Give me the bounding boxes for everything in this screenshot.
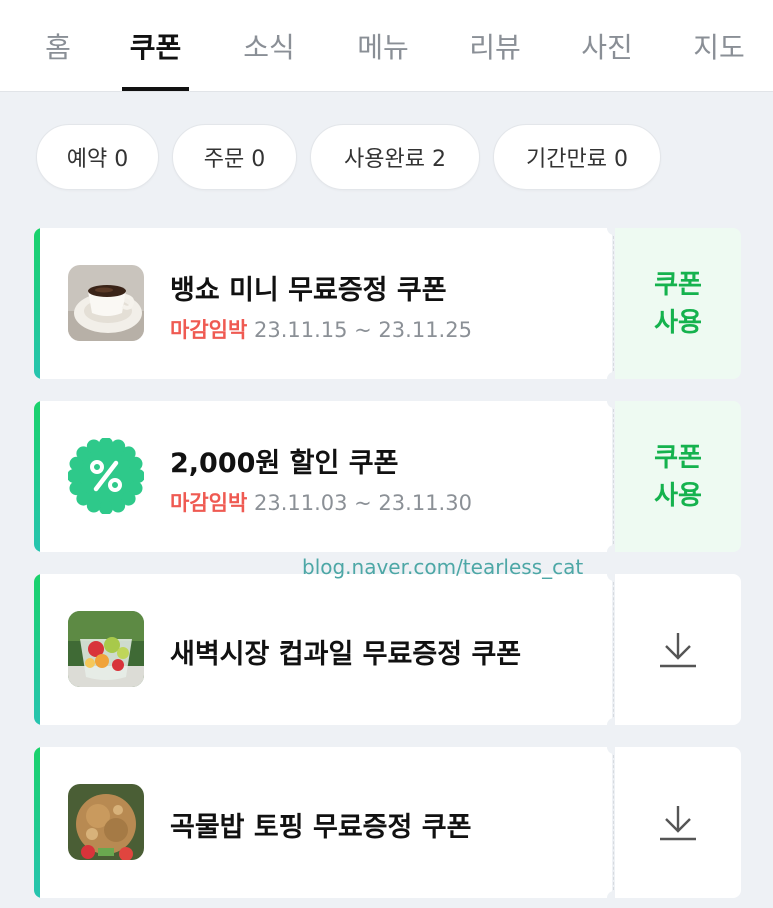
percent-badge-icon [68,438,144,514]
coupon-accent-bar [34,401,40,552]
perforation-line [613,755,614,890]
coupon-body: 2,000원 할인 쿠폰 마감임박 23.11.03 ~ 23.11.30 [34,401,612,552]
grain-rice-image [68,784,144,860]
filter-chip-reservation[interactable]: 예약 0 [36,124,159,190]
use-coupon-button[interactable]: 쿠폰 사용 [615,401,741,552]
coffee-cup-image [68,265,144,341]
download-coupon-button[interactable] [615,747,741,898]
filter-chip-expired[interactable]: 기간만료 0 [493,124,661,190]
coupon-card: 곡물밥 토핑 무료증정 쿠폰 [34,740,741,905]
coupon-body: 새벽시장 컵과일 무료증정 쿠폰 [34,574,612,725]
deadline-badge: 마감임박 [170,318,248,342]
watermark-text: blog.naver.com/tearless_cat [302,555,584,579]
download-coupon-button[interactable] [615,574,741,725]
coupon-title: 2,000원 할인 쿠폰 [170,448,399,479]
coupon-body: 곡물밥 토핑 무료증정 쿠폰 [34,747,612,898]
coupon-title: 새벽시장 컵과일 무료증정 쿠폰 [170,639,522,670]
perforation-line [613,582,614,717]
use-coupon-button[interactable]: 쿠폰 사용 [615,228,741,379]
tab-news[interactable]: 소식 [236,0,302,92]
fruit-cup-image [68,611,144,687]
coupon-validity: 마감임박 23.11.03 ~ 23.11.30 [170,487,472,517]
validity-period: 23.11.15 ~ 23.11.25 [253,318,472,342]
tab-map[interactable]: 지도 [686,0,752,92]
use-coupon-label: 쿠폰 사용 [654,442,702,511]
validity-period: 23.11.03 ~ 23.11.30 [253,491,472,515]
coupon-card: 새벽시장 컵과일 무료증정 쿠폰 [34,567,741,732]
deadline-badge: 마감임박 [170,491,248,515]
filter-chip-used[interactable]: 사용완료 2 [310,124,480,190]
tab-review[interactable]: 리뷰 [462,0,528,92]
coupon-card: 2,000원 할인 쿠폰 마감임박 23.11.03 ~ 23.11.30 쿠폰… [34,394,741,559]
tab-coupon[interactable]: 쿠폰 [122,0,189,92]
download-icon [660,805,696,840]
coupon-accent-bar [34,747,40,898]
active-tab-indicator [122,87,189,91]
coupon-accent-bar [34,228,40,379]
perforation-line [613,236,614,371]
coupon-card: 뱅쇼 미니 무료증정 쿠폰 마감임박 23.11.15 ~ 23.11.25 쿠… [34,221,741,386]
use-coupon-label: 쿠폰 사용 [654,269,702,338]
perforation-line [613,409,614,544]
tab-home[interactable]: 홈 [36,0,80,92]
filter-chip-order[interactable]: 주문 0 [172,124,297,190]
tab-bar: 홈 쿠폰 소식 메뉴 리뷰 사진 지도 [0,0,773,92]
download-icon [660,632,696,667]
coupon-body: 뱅쇼 미니 무료증정 쿠폰 마감임박 23.11.15 ~ 23.11.25 [34,228,612,379]
coupon-accent-bar [34,574,40,725]
tab-photo[interactable]: 사진 [574,0,640,92]
coupon-title: 뱅쇼 미니 무료증정 쿠폰 [170,275,447,306]
coupon-validity: 마감임박 23.11.15 ~ 23.11.25 [170,314,472,344]
tab-menu[interactable]: 메뉴 [350,0,416,92]
coupon-title: 곡물밥 토핑 무료증정 쿠폰 [170,812,472,843]
